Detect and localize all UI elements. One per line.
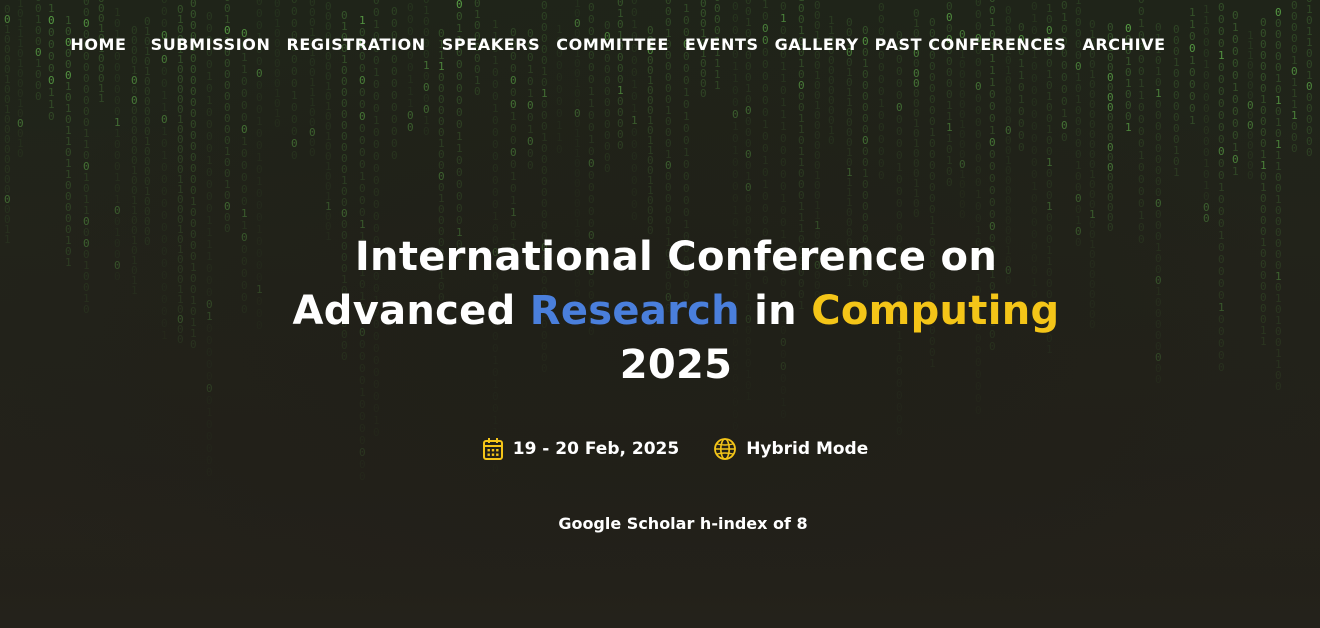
title-year: 2025 xyxy=(619,342,733,388)
title-highlight-research: Research xyxy=(529,288,740,334)
hero-bottom-fade xyxy=(0,488,1320,628)
title-line-2a: Advanced xyxy=(292,288,530,334)
nav-past-conferences[interactable]: PAST CONFERENCES xyxy=(867,33,1075,57)
nav-home[interactable]: HOME xyxy=(62,33,142,57)
event-date-text: 19 - 20 Feb, 2025 xyxy=(512,439,680,459)
event-mode: Hybrid Mode xyxy=(713,437,868,461)
h-index-note: Google Scholar h-index of 8 xyxy=(558,514,808,533)
nav-submission[interactable]: SUBMISSION xyxy=(143,33,279,57)
event-meta: 19 - 20 Feb, 2025 Hybrid Mode xyxy=(0,437,1320,461)
conference-title: International Conference on Advanced Res… xyxy=(0,230,1320,392)
nav-speakers[interactable]: SPEAKERS xyxy=(434,33,549,57)
nav-gallery[interactable]: GALLERY xyxy=(767,33,867,57)
nav-archive[interactable]: ARCHIVE xyxy=(1074,33,1173,57)
title-line-1: International Conference on xyxy=(354,234,998,280)
globe-icon xyxy=(713,437,737,461)
title-line-2c: in xyxy=(739,288,812,334)
hero-section: 0010000100100000000000111011101000100010… xyxy=(0,0,1320,628)
nav-committee[interactable]: COMMITTEE xyxy=(548,33,677,57)
event-mode-text: Hybrid Mode xyxy=(746,439,869,459)
calendar-icon xyxy=(482,437,504,461)
nav-events[interactable]: EVENTS xyxy=(677,33,767,57)
main-nav: HOME SUBMISSION REGISTRATION SPEAKERS CO… xyxy=(0,33,1236,57)
nav-registration[interactable]: REGISTRATION xyxy=(278,33,433,57)
event-date: 19 - 20 Feb, 2025 xyxy=(482,437,679,461)
title-highlight-computing: Computing xyxy=(811,288,1060,334)
